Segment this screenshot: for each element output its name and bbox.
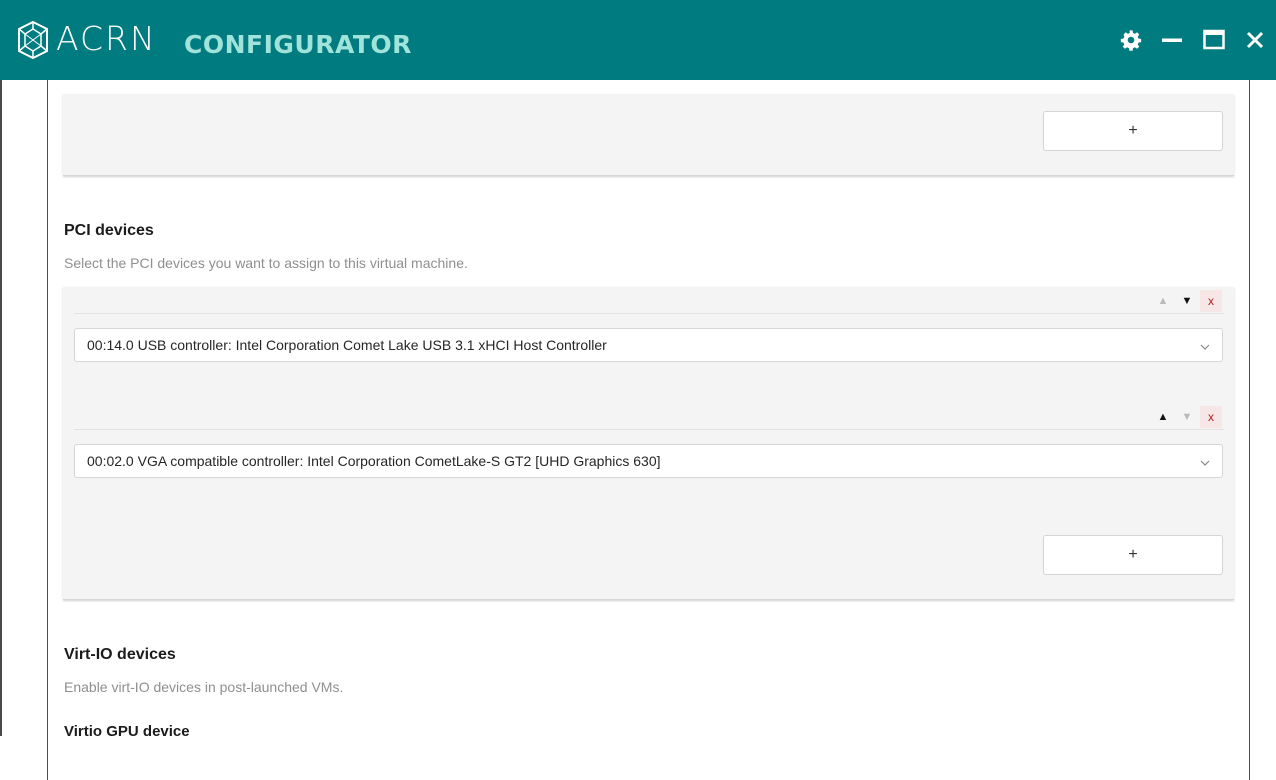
chevron-down-icon <box>1200 344 1210 350</box>
pci-devices-description: Select the PCI devices you want to assig… <box>64 255 468 271</box>
move-up-button[interactable]: ▲ <box>1152 406 1174 428</box>
window-left-edge <box>0 80 2 736</box>
pci-device-2-select[interactable]: 00:02.0 VGA compatible controller: Intel… <box>74 444 1223 478</box>
move-up-button[interactable]: ▲ <box>1152 290 1174 312</box>
gear-icon <box>1120 30 1142 51</box>
minimize-button[interactable] <box>1159 27 1185 53</box>
close-button[interactable] <box>1242 27 1268 53</box>
title-bar: ACRN CONFIGURATOR <box>0 0 1276 80</box>
pci-device-1-toolbar: ▲ ▼ x <box>74 287 1224 314</box>
move-down-button[interactable]: ▼ <box>1176 290 1198 312</box>
pci-device-2-toolbar: ▲ ▼ x <box>74 403 1224 430</box>
pci-device-1-select[interactable]: 00:14.0 USB controller: Intel Corporatio… <box>74 328 1223 362</box>
move-down-button[interactable]: ▼ <box>1176 406 1198 428</box>
pci-device-2-value: 00:02.0 VGA compatible controller: Intel… <box>87 453 661 469</box>
brand-name: ACRN <box>56 19 157 58</box>
add-pci-device-button[interactable]: + <box>1043 535 1223 575</box>
maximize-button[interactable] <box>1201 27 1227 53</box>
close-icon <box>1246 31 1264 49</box>
add-item-button[interactable]: + <box>1043 111 1223 151</box>
remove-device-button[interactable]: x <box>1200 290 1222 312</box>
maximize-icon <box>1203 29 1225 50</box>
previous-section-panel: + <box>63 94 1234 176</box>
product-name: CONFIGURATOR <box>184 30 412 59</box>
settings-button[interactable] <box>1118 27 1144 53</box>
virtio-gpu-heading: Virtio GPU device <box>64 723 190 740</box>
pci-devices-heading: PCI devices <box>64 222 154 239</box>
virtio-devices-heading: Virt-IO devices <box>64 646 176 663</box>
virtio-devices-description: Enable virt-IO devices in post-launched … <box>64 679 344 695</box>
pci-device-1-value: 00:14.0 USB controller: Intel Corporatio… <box>87 337 607 353</box>
minimize-icon <box>1162 38 1182 42</box>
chevron-down-icon <box>1200 460 1210 466</box>
remove-device-button[interactable]: x <box>1200 406 1222 428</box>
acrn-logo-icon <box>18 20 48 60</box>
